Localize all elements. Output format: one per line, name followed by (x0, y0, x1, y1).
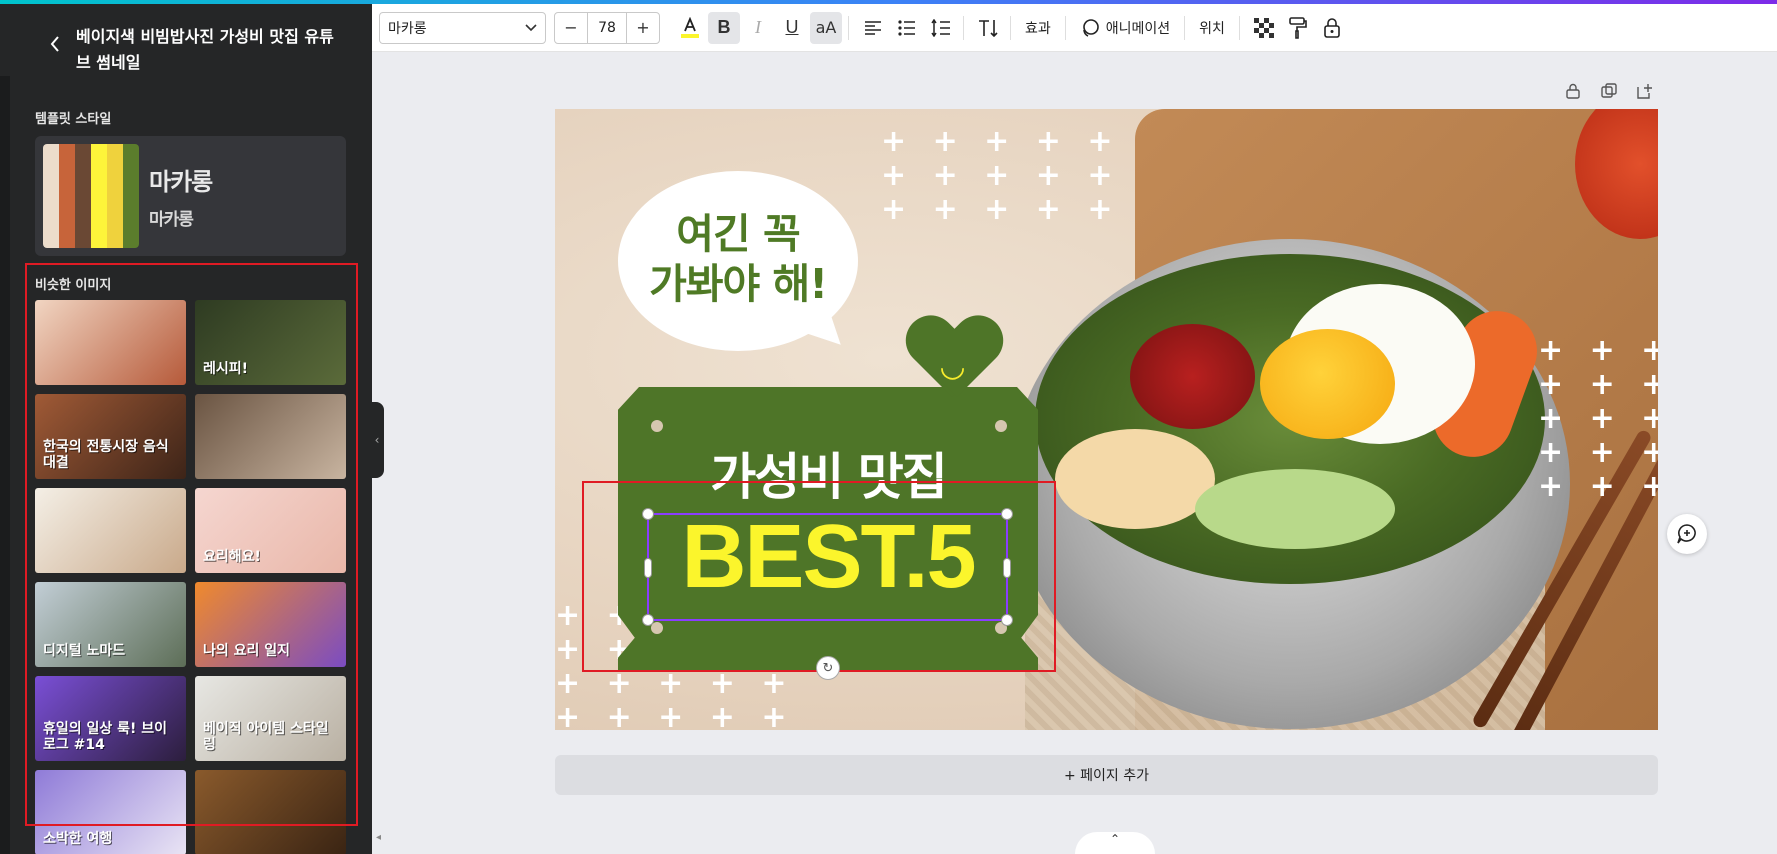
font-name: 마카롱 (388, 20, 427, 37)
collapse-panel-button[interactable]: ‹ (370, 402, 384, 478)
lock-page-button[interactable] (1562, 80, 1584, 102)
resize-handle-tl[interactable] (642, 508, 654, 520)
separator (1238, 15, 1240, 40)
text-orientation-icon (979, 19, 998, 37)
lock-icon (1324, 17, 1340, 38)
add-comment-button[interactable] (1667, 514, 1707, 554)
align-button[interactable] (857, 12, 889, 44)
color-swatch (91, 144, 107, 248)
color-swatch (75, 144, 91, 248)
decrease-size-button[interactable]: − (555, 13, 587, 43)
position-button[interactable]: 위치 (1191, 12, 1233, 44)
font-size-value[interactable]: 78 (587, 12, 627, 43)
color-swatch (123, 144, 139, 248)
nail-dot (651, 420, 663, 432)
separator (1010, 15, 1011, 40)
italic-icon: I (755, 17, 761, 37)
rotate-handle[interactable]: ↻ (816, 656, 840, 680)
lock-icon (1566, 83, 1580, 99)
resize-handle-bl[interactable] (642, 614, 654, 626)
animation-button[interactable]: 애니메이션 (1072, 12, 1178, 44)
underline-button[interactable]: U (776, 12, 808, 44)
animation-icon (1082, 18, 1099, 37)
color-swatch (107, 144, 123, 248)
italic-button[interactable]: I (742, 12, 774, 44)
duplicate-icon (1601, 83, 1617, 98)
text-color-icon (681, 16, 699, 38)
add-page-button[interactable]: + 페이지 추가 (555, 755, 1658, 795)
plus-pattern: + + + + + + + + + + + + + + + (881, 124, 1121, 227)
separator (963, 15, 964, 40)
show-pages-button[interactable]: ⌃ (1075, 832, 1155, 854)
resize-handle-left[interactable] (644, 558, 652, 578)
copy-style-button[interactable] (1282, 12, 1314, 44)
letter-case-icon: aA (815, 18, 837, 37)
lock-button[interactable] (1316, 12, 1348, 44)
resize-handle-right[interactable] (1003, 558, 1011, 578)
similar-images-highlight (25, 263, 358, 826)
rail-edge (0, 76, 10, 854)
effects-button[interactable]: 효과 (1017, 12, 1059, 44)
style-subname: 마카롱 (149, 210, 194, 230)
editor-toolbar: 마카롱 − 78 + B I U aA 효과 애니메이션 위치 (372, 4, 1777, 52)
gochujang-image (1130, 324, 1255, 429)
list-icon (898, 19, 915, 36)
add-page-above-button[interactable] (1634, 80, 1656, 102)
color-swatches (43, 144, 139, 248)
increase-size-button[interactable]: + (627, 13, 659, 43)
comment-plus-icon (1677, 524, 1696, 544)
spacing-button[interactable] (925, 12, 957, 44)
align-left-icon (865, 20, 881, 35)
template-title: 베이지색 비빔밥사진 가성비 맛집 유튜브 썸네일 (76, 27, 334, 72)
duplicate-page-button[interactable] (1598, 80, 1620, 102)
chevron-down-icon (525, 23, 537, 31)
separator (1184, 15, 1186, 40)
bold-button[interactable]: B (708, 11, 740, 44)
resize-handle-tr[interactable] (1001, 508, 1013, 520)
scroll-left-arrow[interactable]: ◂ (376, 832, 381, 843)
sidebar-header: 베이지색 비빔밥사진 가성비 맛집 유튜브 썸네일 (44, 24, 344, 76)
separator (1064, 15, 1066, 40)
rotate-icon: ↻ (822, 660, 834, 676)
add-page-icon (1637, 84, 1652, 99)
back-button[interactable] (44, 24, 66, 64)
color-swatch (59, 144, 75, 248)
template-style-label: 템플릿 스타일 (35, 112, 112, 127)
vertical-text-button[interactable] (972, 12, 1004, 44)
chevron-up-icon: ⌃ (1109, 832, 1121, 846)
transparency-button[interactable] (1248, 12, 1280, 44)
list-button[interactable] (891, 12, 923, 44)
chevron-left-icon: ‹ (374, 433, 380, 447)
text-color-button[interactable] (674, 12, 706, 44)
animation-label: 애니메이션 (1105, 20, 1171, 37)
thumbnail-caption: 소박한 여행 (43, 831, 113, 847)
line-spacing-icon (931, 18, 950, 37)
nail-dot (995, 420, 1007, 432)
color-swatch (43, 144, 59, 248)
page-actions (1562, 80, 1656, 102)
selection-box[interactable] (642, 508, 1013, 626)
style-card-macaron[interactable]: 마카롱 마카롱 (35, 136, 346, 256)
bold-icon: B (717, 17, 731, 37)
font-size-stepper: − 78 + (554, 11, 660, 44)
resize-handle-br[interactable] (1001, 614, 1013, 626)
font-family-select[interactable]: 마카롱 (379, 11, 546, 44)
cucumber-image (1195, 469, 1395, 549)
bean-sprouts-image (1055, 429, 1215, 529)
transparency-icon (1253, 17, 1274, 38)
smile-face: ◡ (940, 349, 965, 384)
bubble-text[interactable]: 여긴 꼭 가봐야 해! (618, 209, 858, 309)
chevron-left-icon (50, 36, 59, 52)
egg-yolk-image (1260, 329, 1395, 439)
separator (848, 15, 849, 40)
plus-pattern: + + + + ++ + + + ++ + + + ++ + + + ++ + … (1538, 333, 1658, 504)
style-name: 마카롱 (149, 168, 213, 196)
underline-icon: U (785, 17, 799, 37)
paint-roller-icon (1289, 16, 1307, 39)
letter-case-button[interactable]: aA (810, 11, 842, 44)
